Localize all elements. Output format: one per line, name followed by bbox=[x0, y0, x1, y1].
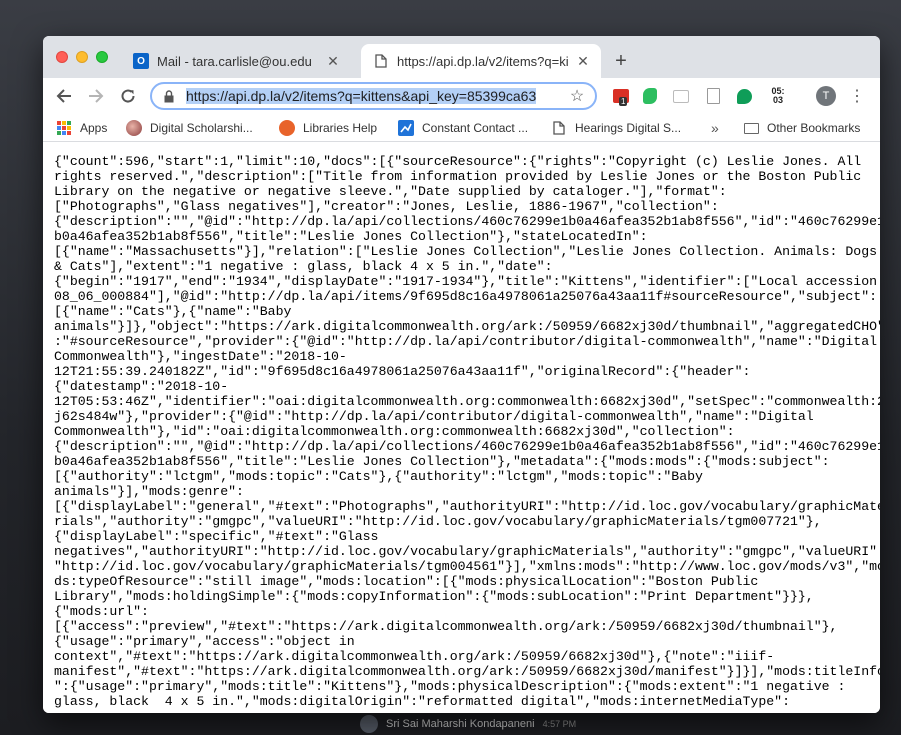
desktop-time: 4:57 PM bbox=[542, 718, 577, 729]
bookmark-label: Apps bbox=[80, 121, 108, 135]
close-icon[interactable]: ✕ bbox=[575, 53, 591, 69]
more-bookmarks-label: » bbox=[711, 120, 719, 136]
json-line: {"mods:url": bbox=[54, 604, 149, 619]
chevron-double-icon[interactable]: » bbox=[711, 118, 719, 138]
json-line: Commonwealth"},"ingestDate":"2018-10- bbox=[54, 349, 347, 364]
document-extension-icon[interactable] bbox=[703, 86, 723, 106]
json-line: {"begin":"1917","end":"1934","displayDat… bbox=[54, 274, 880, 289]
tab-title: https://api.dp.la/v2/items?q=ki bbox=[397, 53, 569, 69]
bookmark-digital-scholarship[interactable]: Digital Scholarshi... bbox=[126, 118, 253, 138]
profile-photo-icon bbox=[126, 120, 142, 136]
reload-icon[interactable] bbox=[116, 84, 140, 108]
json-line: 12T05:53:46Z","identifier":"oai:digitalc… bbox=[54, 394, 880, 409]
outlook-icon: O bbox=[133, 53, 149, 69]
json-line: Commonwealth"},"id":"oai:digitalcommonwe… bbox=[54, 424, 735, 439]
profile-avatar[interactable]: T bbox=[816, 86, 836, 106]
bookmark-star-icon[interactable]: ☆ bbox=[567, 86, 587, 106]
json-line: 08_06_000884"],"@id":"http://dp.la/api/i… bbox=[54, 289, 878, 304]
json-line: ":{"usage":"primary","mods:title":"Kitte… bbox=[54, 679, 846, 694]
json-line: b0a46afea352b1ab8f556","title":"Leslie J… bbox=[54, 229, 648, 244]
chart-icon bbox=[398, 120, 414, 136]
json-line: glass, black 4 x 5 in.","mods:digitalOri… bbox=[54, 694, 790, 709]
bookmark-label: Constant Contact ... bbox=[422, 121, 529, 135]
json-line: Library","mods:holdingSimple":{"mods:cop… bbox=[54, 589, 814, 604]
bookmark-label: Libraries Help bbox=[303, 121, 378, 135]
back-arrow-icon[interactable] bbox=[52, 84, 76, 108]
apps-grid-icon bbox=[56, 120, 72, 136]
url-text[interactable]: https://api.dp.la/v2/items?q=kittens&api… bbox=[186, 88, 567, 104]
json-line: {"datestamp":"2018-10- bbox=[54, 379, 229, 394]
close-window-button[interactable] bbox=[56, 51, 68, 63]
minimize-window-button[interactable] bbox=[76, 51, 88, 63]
bookmark-constant-contact[interactable]: Constant Contact ... bbox=[398, 118, 528, 138]
json-line: ["Photographs","Glass negatives"],"creat… bbox=[54, 199, 719, 214]
desktop-name: Sri Sai Maharshi Kondapaneni bbox=[386, 717, 535, 730]
json-line: {"displayLabel":"specific","#text":"Glas… bbox=[54, 529, 379, 544]
maximize-window-button[interactable] bbox=[96, 51, 108, 63]
json-line: & Cats"],"extent":"1 negative : glass, b… bbox=[54, 259, 553, 274]
json-line: {"description":"","@id":"http://dp.la/ap… bbox=[54, 439, 880, 454]
tab-mail[interactable]: O Mail - tara.carlisle@ou.edu ✕ bbox=[121, 44, 351, 78]
json-line: j62s484w"},"provider":{"@id":"http://dp.… bbox=[54, 409, 814, 424]
json-line: animals"}]},"object":"https://ark.digita… bbox=[54, 319, 880, 334]
json-line: [{"name":"Massachusetts"}],"relation":["… bbox=[54, 244, 878, 259]
kebab-menu-icon[interactable]: ⋮ bbox=[849, 86, 865, 106]
profile-icon bbox=[360, 714, 378, 733]
calendar-badge: 1 bbox=[619, 97, 628, 106]
json-line: b0a46afea352b1ab8f556","title":"Leslie J… bbox=[54, 454, 830, 469]
json-response-text: {"count":596,"start":1,"limit":10,"docs"… bbox=[43, 142, 880, 709]
json-line: manifest","#text":"https://ark.digitalco… bbox=[54, 664, 880, 679]
forward-arrow-icon[interactable] bbox=[84, 84, 108, 108]
bookmark-hearings[interactable]: Hearings Digital S... bbox=[551, 118, 681, 138]
tab-title: Mail - tara.carlisle@ou.edu bbox=[157, 53, 312, 69]
tab-strip: O Mail - tara.carlisle@ou.edu ✕ https://… bbox=[43, 36, 880, 78]
clock-extension-icon[interactable]: 05: 03 bbox=[765, 86, 791, 106]
bookmarks-bar: Apps Digital Scholarshi... Libraries Hel… bbox=[43, 114, 880, 142]
bookmark-other-bookmarks[interactable]: Other Bookmarks bbox=[743, 118, 860, 138]
json-line: [{"name":"Cats"},{"name":"Baby bbox=[54, 304, 292, 319]
lock-icon bbox=[164, 89, 176, 103]
json-line: [{"authority":"lctgm","mods:topic":"Cats… bbox=[54, 469, 703, 484]
bookmark-libraries-help[interactable]: Libraries Help bbox=[279, 118, 377, 138]
bookmark-label: Other Bookmarks bbox=[767, 121, 861, 135]
json-line: {"usage":"primary","access":"object in bbox=[54, 634, 355, 649]
json-line: rights reserved.","description":["Title … bbox=[54, 169, 862, 184]
json-line: 12T21:55:39.240182Z","id":"9f695d8c16a49… bbox=[54, 364, 751, 379]
evernote-extension-icon[interactable] bbox=[640, 86, 660, 106]
json-line: "http://id.loc.gov/vocabulary/graphicMat… bbox=[54, 559, 880, 574]
page-content: {"count":596,"start":1,"limit":10,"docs"… bbox=[43, 142, 880, 713]
calendar-extension-icon[interactable]: 1 bbox=[611, 86, 631, 106]
chat-extension-icon[interactable] bbox=[671, 86, 691, 106]
browser-toolbar: https://api.dp.la/v2/items?q=kittens&api… bbox=[43, 78, 880, 114]
desktop-notification: Sri Sai Maharshi Kondapaneni 4:57 PM bbox=[360, 712, 660, 735]
new-tab-button[interactable]: + bbox=[609, 49, 633, 73]
json-line: [{"displayLabel":"general","#text":"Phot… bbox=[54, 499, 880, 514]
bookmark-apps[interactable]: Apps bbox=[56, 118, 107, 138]
document-icon bbox=[551, 120, 567, 136]
json-line: negatives","authorityURI":"http://id.loc… bbox=[54, 544, 880, 559]
json-line: :"#sourceResource","provider":{"@id":"ht… bbox=[54, 334, 878, 349]
json-line: {"count":596,"start":1,"limit":10,"docs"… bbox=[54, 154, 862, 169]
libraries-icon bbox=[279, 120, 295, 136]
bookmark-label: Hearings Digital S... bbox=[575, 121, 682, 135]
json-line: context","#text":"https://ark.digitalcom… bbox=[54, 649, 775, 664]
json-line: ds:typeOfResource":"still image","mods:l… bbox=[54, 574, 759, 589]
document-icon bbox=[373, 53, 389, 69]
folder-icon bbox=[743, 120, 759, 136]
json-line: [{"access":"preview","#text":"https://ar… bbox=[54, 619, 838, 634]
hangouts-extension-icon[interactable] bbox=[734, 86, 754, 106]
json-line: rials","authority":"gmgpc","valueURI":"h… bbox=[54, 514, 822, 529]
json-line: animals"}],"mods:genre": bbox=[54, 484, 244, 499]
json-line: Library on the negative or negative slee… bbox=[54, 184, 727, 199]
clock-text: 05: 03 bbox=[771, 86, 785, 105]
address-bar[interactable]: https://api.dp.la/v2/items?q=kittens&api… bbox=[150, 82, 597, 110]
json-line: {"description":"","@id":"http://dp.la/ap… bbox=[54, 214, 880, 229]
browser-window: O Mail - tara.carlisle@ou.edu ✕ https://… bbox=[43, 36, 880, 713]
tab-dpla-api[interactable]: https://api.dp.la/v2/items?q=ki ✕ bbox=[361, 44, 601, 78]
close-icon[interactable]: ✕ bbox=[325, 53, 341, 69]
bookmark-label: Digital Scholarshi... bbox=[150, 121, 253, 135]
